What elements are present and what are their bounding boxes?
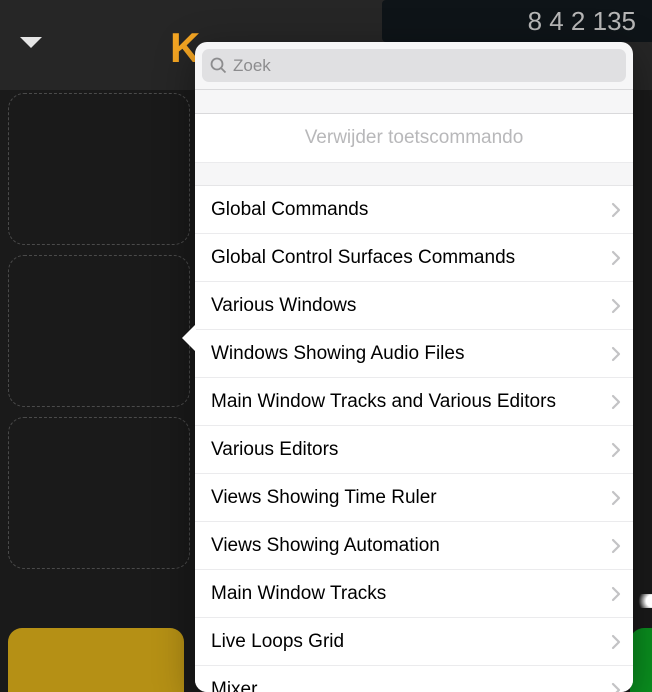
search-icon bbox=[210, 57, 227, 74]
menu-item-label: Windows Showing Audio Files bbox=[211, 343, 464, 365]
menu-item-windows-audio-files[interactable]: Windows Showing Audio Files bbox=[195, 330, 633, 378]
menu-item-label: Global Control Surfaces Commands bbox=[211, 247, 515, 269]
chevron-right-icon bbox=[611, 586, 621, 602]
scroll-indicator bbox=[634, 594, 652, 608]
chevron-right-icon bbox=[611, 394, 621, 410]
menu-item-views-time-ruler[interactable]: Views Showing Time Ruler bbox=[195, 474, 633, 522]
chevron-right-icon bbox=[611, 202, 621, 218]
chevron-right-icon bbox=[611, 250, 621, 266]
section-divider bbox=[195, 89, 633, 114]
search-field[interactable] bbox=[202, 49, 626, 82]
spacer bbox=[195, 163, 633, 186]
menu-item-main-window-tracks[interactable]: Main Window Tracks bbox=[195, 570, 633, 618]
green-pad-button[interactable] bbox=[630, 628, 652, 692]
yellow-pad-button[interactable] bbox=[8, 628, 184, 692]
empty-slot-2[interactable] bbox=[8, 255, 190, 407]
chevron-right-icon bbox=[611, 298, 621, 314]
menu-item-label: Views Showing Automation bbox=[211, 535, 440, 557]
menu-item-label: Main Window Tracks bbox=[211, 583, 386, 605]
menu-item-label: Various Editors bbox=[211, 439, 338, 461]
menu-item-various-windows[interactable]: Various Windows bbox=[195, 282, 633, 330]
search-input[interactable] bbox=[233, 56, 618, 76]
menu-item-live-loops-grid[interactable]: Live Loops Grid bbox=[195, 618, 633, 666]
menu-item-label: Various Windows bbox=[211, 295, 356, 317]
dropdown-arrow-icon[interactable] bbox=[18, 35, 44, 56]
menu-item-label: Views Showing Time Ruler bbox=[211, 487, 437, 509]
menu-item-various-editors[interactable]: Various Editors bbox=[195, 426, 633, 474]
menu-item-global-control-surfaces[interactable]: Global Control Surfaces Commands bbox=[195, 234, 633, 282]
chevron-right-icon bbox=[611, 634, 621, 650]
menu-item-main-window-tracks-editors[interactable]: Main Window Tracks and Various Editors bbox=[195, 378, 633, 426]
remove-shortcut-button: Verwijder toetscommando bbox=[195, 114, 633, 163]
menu-item-views-automation[interactable]: Views Showing Automation bbox=[195, 522, 633, 570]
menu-item-label: Live Loops Grid bbox=[211, 631, 344, 653]
menu-item-label: Global Commands bbox=[211, 199, 368, 221]
lcd-position: 8 4 2 135 bbox=[528, 6, 636, 37]
chevron-right-icon bbox=[611, 346, 621, 362]
menu-item-mixer[interactable]: Mixer bbox=[195, 666, 633, 692]
popover-pointer bbox=[182, 324, 196, 352]
menu-item-label: Main Window Tracks and Various Editors bbox=[211, 391, 556, 413]
empty-slot-3[interactable] bbox=[8, 417, 190, 569]
chevron-right-icon bbox=[611, 442, 621, 458]
remove-shortcut-label: Verwijder toetscommando bbox=[305, 127, 524, 149]
menu-item-label: Mixer bbox=[211, 679, 257, 692]
command-category-list[interactable]: Global Commands Global Control Surfaces … bbox=[195, 186, 633, 692]
command-popover: Verwijder toetscommando Global Commands … bbox=[195, 42, 633, 692]
chevron-right-icon bbox=[611, 682, 621, 692]
menu-item-global-commands[interactable]: Global Commands bbox=[195, 186, 633, 234]
chevron-right-icon bbox=[611, 490, 621, 506]
chevron-right-icon bbox=[611, 538, 621, 554]
empty-slot-1[interactable] bbox=[8, 93, 190, 245]
lcd-display: 8 4 2 135 bbox=[382, 0, 652, 42]
